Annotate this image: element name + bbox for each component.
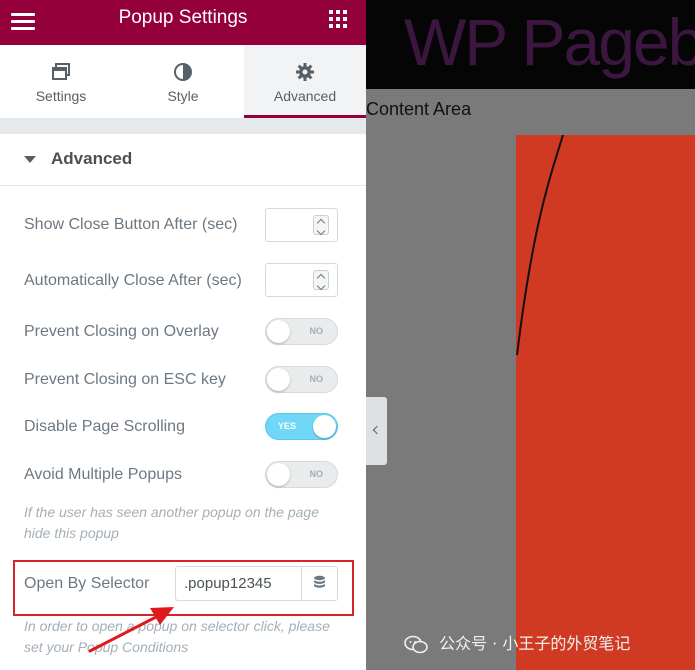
decorative-curve xyxy=(516,134,564,356)
toggle-state: NO xyxy=(309,469,324,479)
avoid-multiple-label: Avoid Multiple Popups xyxy=(24,466,183,483)
window-icon xyxy=(52,63,70,80)
toggle-knob xyxy=(267,320,290,343)
content-area-label: Content Area xyxy=(366,99,472,119)
toggle-knob xyxy=(267,368,290,391)
tabs-divider xyxy=(0,118,366,134)
prevent-esc-label: Prevent Closing on ESC key xyxy=(24,371,226,388)
tab-style-label: Style xyxy=(167,88,199,104)
auto-close-after-input[interactable] xyxy=(265,263,338,297)
prevent-overlay-label: Prevent Closing on Overlay xyxy=(24,323,219,340)
wechat-icon xyxy=(404,635,428,653)
toggle-knob xyxy=(267,463,290,486)
toggle-knob xyxy=(313,415,336,438)
tab-style[interactable]: Style xyxy=(122,45,244,118)
disable-scrolling-label: Disable Page Scrolling xyxy=(24,418,185,435)
toggle-state: NO xyxy=(309,374,324,384)
auto-close-after-label: Automatically Close After (sec) xyxy=(24,272,242,289)
section-title: Advanced xyxy=(51,149,133,168)
tab-settings-label: Settings xyxy=(35,88,87,104)
spinner-icon[interactable] xyxy=(313,215,329,236)
prevent-overlay-toggle[interactable]: NO xyxy=(265,318,338,345)
site-header: WP Pageb xyxy=(366,0,695,89)
site-logo: WP Pageb xyxy=(404,5,695,79)
collapse-panel-button[interactable] xyxy=(366,397,387,465)
spinner-icon[interactable] xyxy=(313,270,329,291)
panel-header: Popup Settings xyxy=(0,0,366,45)
toggle-state: NO xyxy=(309,326,324,336)
tab-settings[interactable]: Settings xyxy=(0,45,122,118)
avoid-multiple-help: If the user has seen another popup on th… xyxy=(24,504,320,541)
popup-preview-panel xyxy=(516,134,695,670)
chevron-left-icon xyxy=(372,425,382,435)
content-area: Content Area xyxy=(366,89,695,135)
preview-canvas: WP Pageb Content Area xyxy=(366,0,695,670)
tab-advanced[interactable]: Advanced xyxy=(244,45,366,118)
section-advanced-header[interactable]: Advanced xyxy=(0,134,366,186)
wechat-watermark: 公众号 · 小王子的外贸笔记 xyxy=(404,630,630,656)
tab-advanced-label: Advanced xyxy=(273,88,337,104)
contrast-icon xyxy=(174,63,192,81)
caret-down-icon xyxy=(24,156,36,163)
panel-tabs: Settings Style Advanced xyxy=(0,45,366,118)
highlight-box xyxy=(13,560,354,616)
prevent-esc-toggle[interactable]: NO xyxy=(265,366,338,393)
avoid-multiple-toggle[interactable]: NO xyxy=(265,461,338,488)
show-close-after-input[interactable] xyxy=(265,208,338,242)
panel-title: Popup Settings xyxy=(118,7,248,28)
gear-icon xyxy=(296,63,314,81)
watermark-text: 公众号 · 小王子的外贸笔记 xyxy=(439,634,631,653)
widgets-grid-icon[interactable] xyxy=(329,10,347,28)
disable-scrolling-toggle[interactable]: YES xyxy=(265,413,338,440)
show-close-after-label: Show Close Button After (sec) xyxy=(24,216,238,233)
selector-help: In order to open a popup on selector cli… xyxy=(24,618,330,655)
toggle-state: YES xyxy=(278,421,297,431)
